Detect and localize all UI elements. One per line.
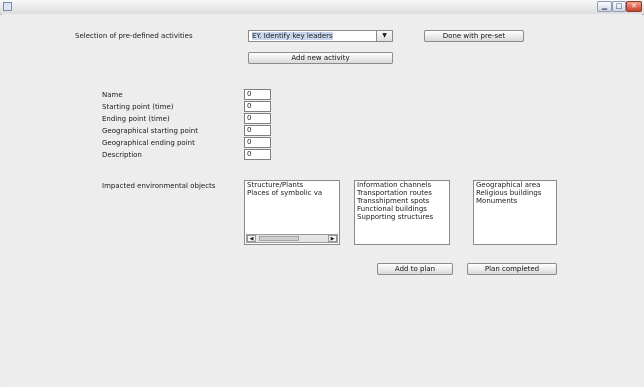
name-label: Name: [102, 91, 123, 99]
preset-selected-value: EY. Identify key leaders: [252, 32, 333, 40]
starting-time-field[interactable]: 0: [244, 101, 271, 112]
ending-time-label: Ending point (time): [102, 115, 170, 123]
horizontal-scrollbar[interactable]: ◀ ▶: [246, 234, 338, 243]
close-icon[interactable]: ✕: [626, 1, 642, 12]
preset-combobox[interactable]: EY. Identify key leaders ▼: [248, 30, 393, 42]
list-item[interactable]: Transportation routes: [355, 189, 449, 197]
minimize-icon[interactable]: ▁: [597, 1, 612, 12]
geo-end-label: Geographical ending point: [102, 139, 195, 147]
list-item[interactable]: Structure/Plants: [245, 181, 339, 189]
description-label: Description: [102, 151, 142, 159]
chevron-down-icon[interactable]: ▼: [376, 31, 392, 41]
maximize-icon[interactable]: □: [612, 1, 626, 12]
list-item[interactable]: Places of symbolic va: [245, 189, 339, 197]
geo-start-label: Geographical starting point: [102, 127, 198, 135]
add-new-activity-button[interactable]: Add new activity: [248, 52, 393, 64]
list-item[interactable]: Religious buildings: [474, 189, 556, 197]
impacted-list-2[interactable]: Information channels Transportation rout…: [354, 180, 450, 245]
list-item[interactable]: Information channels: [355, 181, 449, 189]
geo-end-field[interactable]: 0: [244, 137, 271, 148]
name-field[interactable]: 0: [244, 89, 271, 100]
window-title-bar: ▁ □ ✕: [0, 0, 644, 15]
done-with-preset-button[interactable]: Done with pre-set: [424, 30, 524, 42]
add-to-plan-button[interactable]: Add to plan: [377, 263, 453, 275]
list-item[interactable]: Monuments: [474, 197, 556, 205]
ending-time-field[interactable]: 0: [244, 113, 271, 124]
list-item[interactable]: Geographical area: [474, 181, 556, 189]
list-item[interactable]: Functional buildings: [355, 205, 449, 213]
plan-completed-button[interactable]: Plan completed: [467, 263, 557, 275]
list-item[interactable]: Supporting structures: [355, 213, 449, 221]
impacted-objects-label: Impacted environmental objects: [102, 182, 216, 190]
scrollbar-thumb[interactable]: [259, 236, 299, 241]
starting-time-label: Starting point (time): [102, 103, 174, 111]
scroll-left-icon[interactable]: ◀: [247, 235, 256, 242]
impacted-list-3[interactable]: Geographical area Religious buildings Mo…: [473, 180, 557, 245]
list-item[interactable]: Transshipment spots: [355, 197, 449, 205]
scroll-right-icon[interactable]: ▶: [328, 235, 337, 242]
preset-label: Selection of pre-defined activities: [75, 32, 193, 40]
app-icon: [3, 2, 12, 11]
geo-start-field[interactable]: 0: [244, 125, 271, 136]
description-field[interactable]: 0: [244, 149, 271, 160]
